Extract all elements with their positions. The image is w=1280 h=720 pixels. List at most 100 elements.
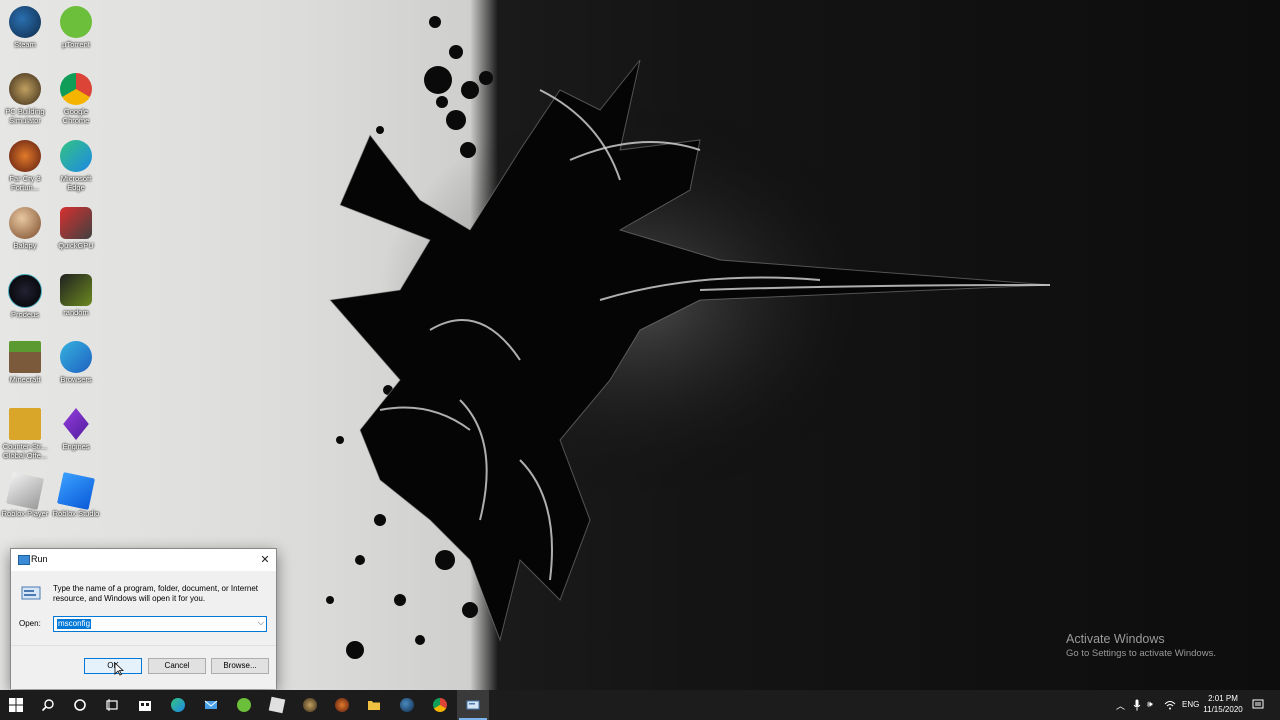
browse-button[interactable]: Browse... bbox=[211, 658, 269, 674]
edge-icon bbox=[171, 698, 185, 712]
quickgpu-icon bbox=[60, 207, 92, 239]
chevron-up-icon[interactable]: ︿ bbox=[1116, 699, 1125, 712]
chrome-icon bbox=[433, 698, 447, 712]
taskbar-chrome[interactable] bbox=[424, 690, 456, 720]
roblox-studio-icon bbox=[57, 472, 95, 510]
taskbar-pcbs[interactable] bbox=[294, 690, 326, 720]
taskbar-roblox[interactable] bbox=[261, 690, 293, 720]
desktop-icon-csgo[interactable]: Counter-Str... Global Offe... bbox=[0, 408, 50, 460]
icon-label: Counter-Str... Global Offe... bbox=[2, 442, 48, 460]
browsers-icon bbox=[60, 341, 92, 373]
language-indicator[interactable]: ENG bbox=[1182, 700, 1199, 709]
taskbar-file-explorer[interactable] bbox=[358, 690, 390, 720]
run-titlebar[interactable]: Run ✕ bbox=[11, 549, 276, 571]
watermark-title: Activate Windows bbox=[1066, 632, 1165, 646]
microphone-icon[interactable] bbox=[1133, 699, 1141, 711]
desktop-icon-browsers[interactable]: Browsers bbox=[51, 341, 101, 384]
steam-icon bbox=[9, 6, 41, 38]
run-button-bar: OK Cancel Browse... bbox=[11, 645, 276, 689]
taskbar-farcry[interactable] bbox=[326, 690, 358, 720]
ok-button[interactable]: OK bbox=[84, 658, 142, 674]
run-description: Type the name of a program, folder, docu… bbox=[53, 584, 259, 603]
volume-icon[interactable]: 🕪 bbox=[1147, 699, 1153, 710]
cortana-icon bbox=[74, 699, 86, 711]
minecraft-icon bbox=[9, 341, 41, 373]
taskbar-mail[interactable] bbox=[195, 690, 227, 720]
utorrent-icon bbox=[237, 698, 251, 712]
clock-date: 11/15/2020 bbox=[1203, 705, 1243, 714]
clock-time: 2:01 PM bbox=[1208, 694, 1238, 703]
desktop-icon-prodeus[interactable]: Prodeus bbox=[0, 274, 50, 319]
desktop-icon-roblox-player[interactable]: Roblox Player bbox=[0, 472, 50, 518]
watermark-subtitle: Go to Settings to activate Windows. bbox=[1066, 648, 1216, 659]
task-view-icon bbox=[106, 699, 118, 711]
desktop-icon-engines[interactable]: Engines bbox=[51, 408, 101, 451]
search-button[interactable] bbox=[32, 690, 64, 720]
search-icon bbox=[41, 699, 54, 712]
prodeus-icon bbox=[8, 274, 42, 308]
icon-label: PC Building Simulator bbox=[5, 107, 45, 125]
engines-icon bbox=[63, 408, 89, 440]
taskbar-store[interactable] bbox=[129, 690, 161, 720]
run-dialog: Run ✕ Type the name of a program, folder… bbox=[10, 548, 277, 689]
windows-start-icon bbox=[9, 698, 23, 712]
run-icon bbox=[466, 700, 480, 710]
desktop-icon-pc-building-simulator[interactable]: PC Building Simulator bbox=[0, 73, 50, 125]
activate-windows-watermark: Activate Windows Go to Settings to activ… bbox=[1066, 632, 1216, 659]
task-view-button[interactable] bbox=[96, 690, 128, 720]
icon-label: Roblox Studio bbox=[52, 509, 100, 518]
chevron-down-icon[interactable]: ⌵ bbox=[258, 618, 264, 628]
cortana-button[interactable] bbox=[64, 690, 96, 720]
farcry-icon bbox=[335, 698, 349, 712]
utorrent-icon bbox=[60, 6, 92, 38]
edge-icon bbox=[60, 140, 92, 172]
desktop-icon-random[interactable]: random bbox=[51, 274, 101, 317]
desktop-icon-edge[interactable]: Microsoft Edge bbox=[51, 140, 101, 192]
notification-icon[interactable] bbox=[1252, 699, 1264, 711]
icon-label: Engines bbox=[62, 442, 90, 451]
icon-label: Browsers bbox=[60, 375, 92, 384]
steam-icon bbox=[400, 698, 414, 712]
icon-label: Minecraft bbox=[9, 375, 41, 384]
desktop-icon-minecraft[interactable]: Minecraft bbox=[0, 341, 50, 384]
desktop-icon-chrome[interactable]: Google Chrome bbox=[51, 73, 101, 125]
balopy-icon bbox=[9, 207, 41, 239]
taskbar-clock[interactable]: 2:01 PM 11/15/2020 bbox=[1200, 693, 1246, 715]
taskbar-utorrent[interactable] bbox=[228, 690, 260, 720]
far-cry-icon bbox=[9, 140, 41, 172]
run-title: Run bbox=[31, 554, 48, 564]
icon-label: random bbox=[63, 308, 89, 317]
roblox-player-icon bbox=[6, 472, 44, 510]
icon-label: Prodeus bbox=[11, 310, 39, 319]
mail-icon bbox=[204, 700, 218, 709]
taskbar-steam[interactable] bbox=[391, 690, 423, 720]
desktop-icon-steam[interactable]: Steam bbox=[0, 6, 50, 49]
run-program-icon bbox=[21, 586, 41, 600]
close-icon[interactable]: ✕ bbox=[254, 549, 276, 571]
network-icon[interactable] bbox=[1164, 699, 1176, 711]
taskbar-edge[interactable] bbox=[162, 690, 194, 720]
icon-label: Balopy bbox=[13, 241, 37, 250]
pcbs-icon bbox=[303, 698, 317, 712]
icon-label: Steam bbox=[14, 40, 36, 49]
file-explorer-icon bbox=[368, 701, 380, 710]
icon-label: Far Cry 3 Fortun... bbox=[9, 174, 41, 192]
cancel-button[interactable]: Cancel bbox=[148, 658, 206, 674]
desktop-icon-utorrent[interactable]: µTorrent bbox=[51, 6, 101, 49]
random-icon bbox=[60, 274, 92, 306]
desktop-icon-quickgpu[interactable]: QuickGPU bbox=[51, 207, 101, 250]
desktop-icon-roblox-studio[interactable]: Roblox Studio bbox=[51, 472, 101, 518]
open-label: Open: bbox=[19, 619, 41, 628]
roblox-icon bbox=[268, 696, 286, 714]
taskbar-run[interactable] bbox=[457, 690, 489, 720]
store-icon bbox=[139, 701, 151, 711]
icon-label: µTorrent bbox=[62, 40, 90, 49]
run-window-icon bbox=[18, 555, 30, 565]
open-input[interactable]: msconfig ⌵ bbox=[53, 616, 267, 632]
icon-label: QuickGPU bbox=[58, 241, 94, 250]
desktop-icon-far-cry[interactable]: Far Cry 3 Fortun... bbox=[0, 140, 50, 192]
desktop-icon-balopy[interactable]: Balopy bbox=[0, 207, 50, 250]
mouse-cursor-icon bbox=[114, 662, 124, 676]
open-input-value[interactable]: msconfig bbox=[57, 619, 92, 629]
start-button[interactable] bbox=[0, 690, 32, 720]
